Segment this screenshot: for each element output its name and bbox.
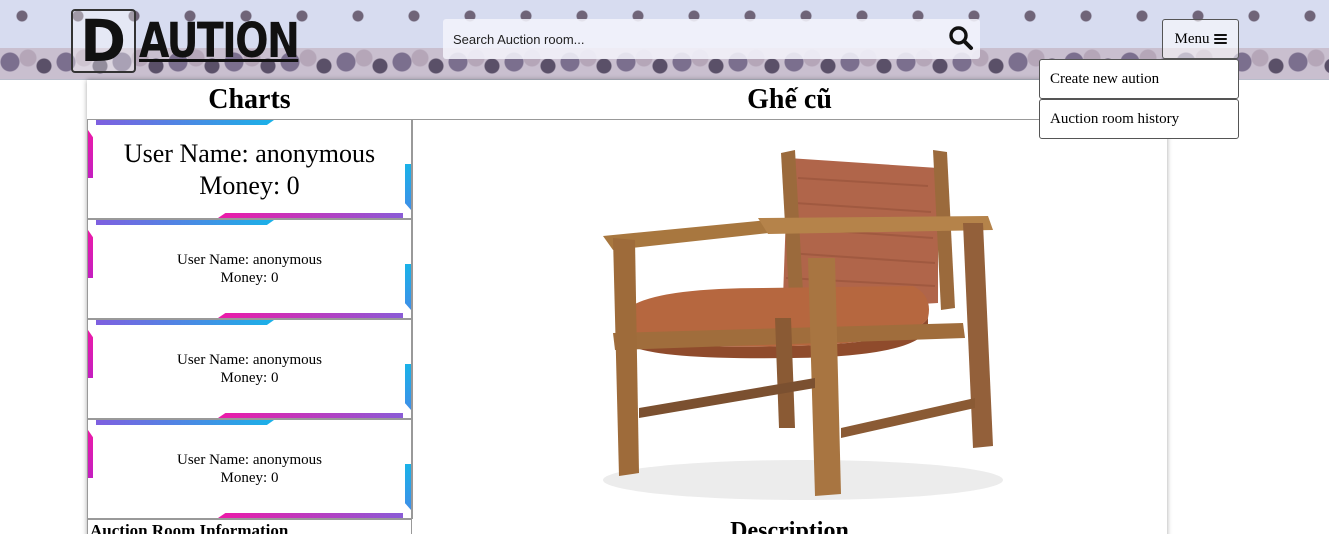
chart-entry: User Name: anonymous Money: 0	[87, 319, 412, 419]
chart-money: Money: 0	[199, 171, 300, 200]
decor-strip	[88, 230, 93, 278]
decor-strip	[218, 413, 403, 418]
auction-room-card: Charts Ghế cũ User Name: anonymous Money…	[87, 80, 1167, 534]
chart-entry: User Name: anonymous Money: 0	[87, 419, 412, 519]
chart-user-name: User Name: anonymous	[177, 452, 322, 468]
logo-text: AUTION	[139, 13, 300, 69]
logo-letter: D	[80, 7, 127, 75]
menu-label: Menu	[1174, 30, 1210, 47]
decor-strip	[405, 164, 411, 210]
bars-icon	[1213, 33, 1227, 45]
description-heading: Description	[730, 518, 849, 534]
chart-entry: User Name: anonymous Money: 0	[87, 119, 412, 219]
chart-entry: User Name: anonymous Money: 0	[87, 219, 412, 319]
menu-button[interactable]: Menu	[1162, 19, 1239, 59]
search-bar	[443, 19, 980, 59]
chart-user-name: User Name: anonymous	[177, 252, 322, 268]
logo-mark: D	[71, 9, 136, 73]
decor-strip	[405, 264, 411, 310]
product-image	[412, 119, 1167, 519]
menu-dropdown: Create new aution Auction room history	[1039, 59, 1239, 139]
decor-strip	[218, 213, 403, 218]
search-button[interactable]	[948, 25, 978, 53]
search-input[interactable]	[443, 19, 943, 59]
chart-money: Money: 0	[220, 270, 279, 286]
decor-strip	[405, 464, 411, 510]
decor-strip	[96, 320, 274, 325]
chart-money: Money: 0	[220, 370, 279, 386]
chart-money: Money: 0	[220, 470, 279, 486]
decor-strip	[88, 430, 93, 478]
chart-user-name: User Name: anonymous	[123, 139, 376, 168]
charts-title: Charts	[208, 83, 291, 115]
menu-item-create-auction[interactable]: Create new aution	[1039, 59, 1239, 99]
decor-strip	[96, 120, 274, 125]
decor-strip	[405, 364, 411, 410]
decor-strip	[88, 130, 93, 178]
decor-strip	[218, 513, 403, 518]
decor-strip	[96, 220, 274, 225]
search-icon	[949, 26, 973, 50]
logo[interactable]: D AUTION	[71, 9, 333, 73]
charts-list: User Name: anonymous Money: 0 User Name:…	[87, 119, 412, 519]
decor-strip	[96, 420, 274, 425]
decor-strip	[88, 330, 93, 378]
chart-user-name: User Name: anonymous	[177, 352, 322, 368]
decor-strip	[218, 313, 403, 318]
room-info-heading: Auction Room Information	[87, 519, 412, 534]
chair-image	[603, 150, 1003, 500]
menu-item-auction-history[interactable]: Auction room history	[1039, 99, 1239, 139]
